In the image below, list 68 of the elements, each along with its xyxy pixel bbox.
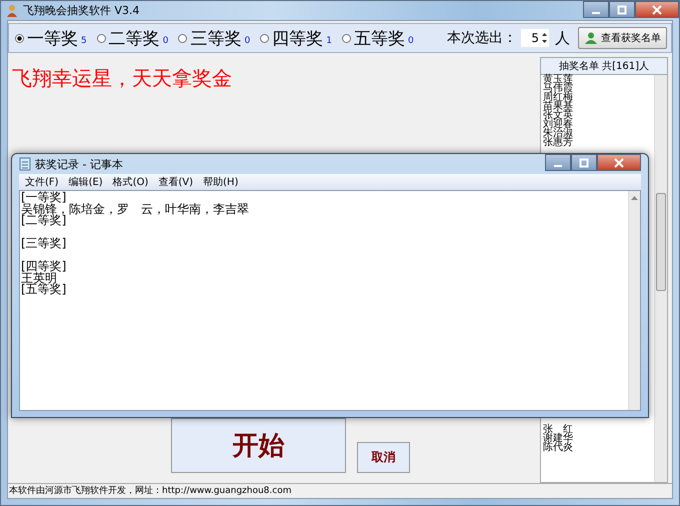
scrollbar[interactable] — [628, 191, 640, 410]
prize-label[interactable]: 五等奖 — [354, 26, 405, 50]
prize-heading: [一等奖] — [21, 192, 68, 204]
prize-label[interactable]: 一等奖 — [27, 26, 78, 50]
maximize-button[interactable] — [571, 154, 597, 171]
menu-item[interactable]: 编辑(E) — [64, 175, 107, 189]
minimize-button[interactable] — [545, 154, 571, 171]
roster-name[interactable]: 黄玉莲 — [541, 75, 654, 84]
window-title: 飞翔晚会抽奖软件 V3.4 — [23, 3, 140, 18]
start-button[interactable]: 开始 — [171, 418, 346, 473]
minimize-icon — [554, 164, 562, 166]
winner-names: 吴锦锋，陈培金，罗 云，叶华南，李吉翠 — [21, 204, 250, 215]
winner-names: 王英明 — [21, 272, 57, 284]
person-icon — [5, 4, 19, 18]
roster-name[interactable]: 苗果基 — [541, 102, 654, 111]
roster-name[interactable]: 谢建华 — [541, 434, 654, 443]
draw-count-label: 本次选出： — [447, 29, 517, 47]
minimize-icon — [592, 12, 600, 14]
slogan-text: 飞翔幸运星，天天拿奖金 — [11, 65, 233, 92]
menu-item[interactable]: 格式(O) — [108, 175, 152, 189]
winner-count: 5 — [81, 36, 87, 46]
draw-count-spinner[interactable]: 5 — [521, 29, 549, 47]
radio-button[interactable] — [178, 34, 188, 42]
prize-heading: [二等奖] — [21, 215, 68, 226]
roster-name[interactable]: 张文英 — [541, 111, 654, 120]
prize-label[interactable]: 四等奖 — [272, 26, 324, 50]
menu-item[interactable]: 文件(F) — [21, 175, 63, 189]
menu-item[interactable]: 帮助(H) — [199, 175, 242, 189]
radio-button[interactable] — [342, 34, 351, 42]
roster-name[interactable]: 陈代炎 — [541, 443, 654, 452]
scrollbar[interactable] — [654, 75, 667, 482]
menu-item[interactable]: 查看(V) — [154, 175, 198, 189]
roster-name[interactable]: 朱治淑 — [541, 129, 654, 138]
prize-heading: [五等奖] — [21, 284, 68, 296]
text-editor[interactable]: [一等奖] 吴锦锋，陈培金，罗 云，叶华南，李吉翠 [二等奖] [三等奖] [四等奖] 王英明 [五等奖] — [19, 190, 641, 411]
maximize-button[interactable] — [609, 1, 635, 18]
person-icon — [584, 31, 598, 45]
close-button[interactable] — [597, 154, 641, 171]
roster-name[interactable]: 刘迎春 — [541, 120, 654, 129]
maximize-icon — [579, 158, 589, 168]
radio-button[interactable] — [260, 34, 270, 42]
prize-heading: [四等奖] — [21, 261, 68, 272]
winner-count: 0 — [244, 36, 250, 46]
view-winners-button[interactable]: 查看获奖名单 — [578, 27, 667, 49]
maximize-icon — [617, 4, 627, 14]
notepad-title: 获奖记录 - 记事本 — [35, 156, 123, 172]
notepad-icon — [19, 157, 31, 171]
radio-button[interactable] — [15, 34, 24, 42]
roster-name[interactable]: 马伟霞 — [541, 84, 654, 93]
close-icon — [652, 4, 662, 14]
status-bar: 本软件由河源市飞翔软件开发，网址：http://www.guangzhou8.com — [8, 483, 672, 498]
radio-button[interactable] — [96, 34, 106, 42]
roster-name[interactable]: 张惠芳 — [541, 138, 654, 147]
roster-name[interactable]: 张 红 — [541, 425, 654, 434]
prize-label[interactable]: 二等奖 — [108, 26, 160, 50]
roster-header[interactable]: 抽奖名单 共[161]人 — [540, 57, 668, 75]
roster-name[interactable]: 周红梅 — [541, 93, 654, 102]
winner-count: 0 — [408, 36, 414, 46]
cancel-button[interactable]: 取消 — [357, 442, 410, 473]
winner-count: 0 — [162, 36, 168, 46]
winner-count: 1 — [326, 36, 332, 46]
prize-label[interactable]: 三等奖 — [190, 26, 242, 50]
close-button[interactable] — [635, 1, 679, 18]
close-icon — [614, 158, 624, 168]
prize-heading: [三等奖] — [21, 238, 68, 250]
scroll-up-arrow-icon[interactable] — [631, 196, 638, 200]
minimize-button[interactable] — [583, 1, 609, 18]
draw-count-unit: 人 — [555, 28, 570, 48]
